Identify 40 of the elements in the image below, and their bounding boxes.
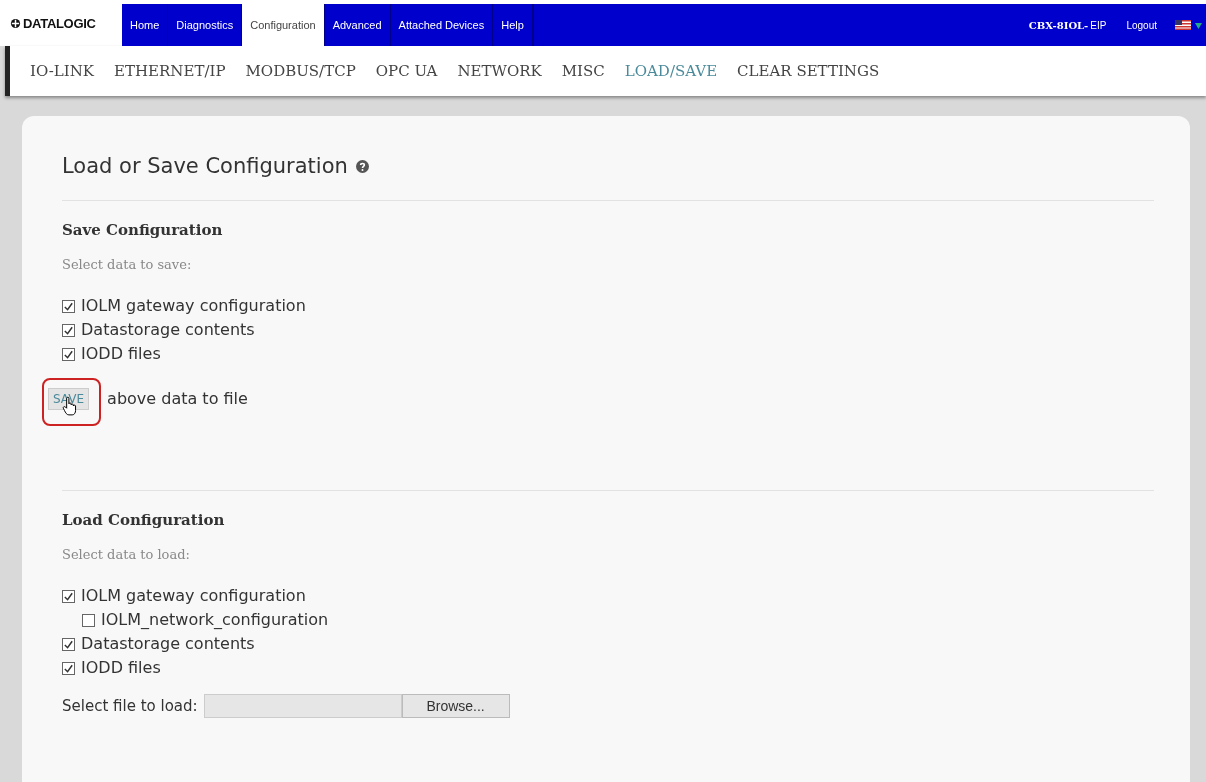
section-title: Save Configuration [62,221,224,239]
subnav-tab[interactable]: LOAD/SAVE [624,62,718,80]
subnav-tab[interactable]: ETHERNET/IP [114,62,226,80]
nav-tab[interactable]: Configuration [242,4,325,46]
checkbox-label: Datastorage contents [81,319,255,341]
caret-icon[interactable] [1195,21,1202,29]
subnav-tab[interactable]: OPC UA [375,62,438,80]
flag-icon[interactable] [1175,20,1191,30]
subnav-tab[interactable]: NETWORK [457,62,542,80]
checkbox-label: IOLM gateway configuration [81,295,306,317]
checkbox[interactable] [62,637,75,651]
checkbox-label: Datastorage contents [81,633,255,655]
help-icon[interactable] [355,159,369,173]
checkbox[interactable] [62,589,75,603]
page-title: Load or Save Configuration [62,154,348,178]
browse-button[interactable]: Browse... [401,694,510,718]
file-label: Select file to load: [62,697,198,715]
checkbox-label: IOLM gateway configuration [81,585,306,607]
section-title: Load Configuration [62,511,226,529]
subnav-tab[interactable]: MISC [561,62,605,80]
file-path-field[interactable] [203,694,402,718]
subnav-tab[interactable]: IO-LINK [30,62,95,80]
checkbox[interactable] [62,347,75,361]
logo-text: DATALOGIC [23,15,96,31]
checkbox[interactable] [82,613,95,627]
device-model: CBX-8IOL- EIP [1027,18,1108,33]
hint-text: Select data to save: [62,257,193,272]
save-caption: above data to file [107,388,248,408]
logout-link[interactable]: Logout [1116,4,1167,46]
logo-icon [10,17,21,29]
subnav-tab[interactable]: MODBUS/TCP [245,62,356,80]
checkbox-label: IOLM_network_configuration [101,609,329,631]
checkbox-label: IODD files [81,657,161,679]
checkbox-label: IODD files [81,343,161,365]
logo[interactable]: DATALOGIC [0,0,122,46]
hint-text: Select data to load: [62,547,191,562]
subnav-tab[interactable]: CLEAR SETTINGS [737,62,880,80]
checkbox[interactable] [62,299,75,313]
checkbox[interactable] [62,323,75,337]
checkbox[interactable] [62,661,75,675]
